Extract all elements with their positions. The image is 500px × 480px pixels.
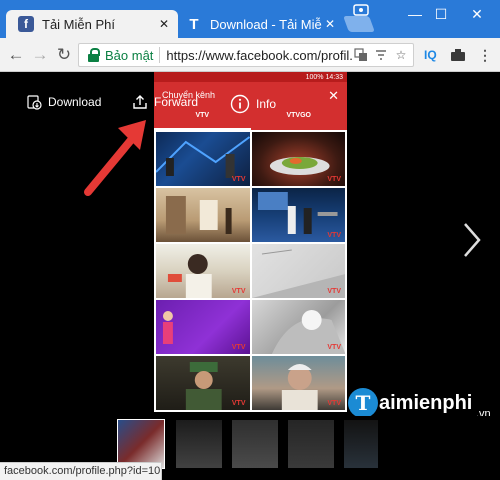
secure-label: Bảo mật [105,47,154,63]
next-photo-chevron-icon[interactable] [462,222,490,262]
window-close-icon[interactable]: ✕ [466,4,488,24]
photo-viewer: Download Forward Info 100% 14:33 Chuyển … [0,72,500,480]
vtv-logo: VTV [231,288,246,295]
watermark-logo: T aimienphi .vn [348,388,491,420]
extension-icon[interactable] [450,46,466,64]
channel-thumbnail: VTV [156,356,250,410]
channel-thumbnail: VTV [251,188,345,242]
iq-extension-icon[interactable]: IQ [424,46,437,64]
vtv-logo: VTV [327,176,341,183]
filmstrip-thumbnail[interactable] [344,420,378,468]
status-url: facebook.com/profile.php?id=10... [0,462,162,480]
channel-thumbnail [156,188,250,242]
forward-button[interactable]: Forward [132,94,198,110]
forward-icon[interactable]: → [30,45,50,65]
profile-icon[interactable] [350,0,372,20]
photo-image: 100% 14:33 Chuyển kênh ✕ VTV VTVGO VTV V… [154,72,347,412]
download-button[interactable]: Download [26,94,101,110]
tab-download[interactable]: T Download - Tải Miễn Phí ✕ [176,10,344,38]
filter-icon[interactable] [373,47,389,63]
download-label: Download [48,95,102,109]
watermark-name: aimienphi [379,391,473,414]
vtv-logo: VTV [327,232,341,239]
channel-thumbnail: VTV [251,132,345,186]
browser-toolbar: ← → ↻ Bảo mật https://www.facebook.com/p… [0,38,500,72]
star-icon[interactable]: ☆ [393,47,409,63]
back-icon[interactable]: ← [6,45,26,65]
info-icon [230,94,250,114]
share-icon [133,95,147,109]
translate-icon[interactable] [353,47,369,63]
tab-title: Download - Tải Miễn Phí [210,16,322,32]
maximize-icon[interactable]: ☐ [430,4,452,24]
channel-grid: VTV VTV VTV VTV VTV VTV VTV VTV VTV [156,132,345,410]
screenshot-root: f Tải Miễn Phí ✕ T Download - Tải Miễn P… [0,0,500,480]
close-icon[interactable]: ✕ [156,16,172,32]
facebook-icon: f [18,16,34,32]
vtv-logo: VTV [327,400,341,407]
info-label: Info [256,97,277,111]
vtv-logo: VTV [231,344,246,351]
annotation-arrow [84,120,146,196]
filmstrip-thumbnail[interactable] [117,419,165,469]
url-text[interactable]: https://www.facebook.com/profil... [166,48,353,63]
filmstrip-thumbnail[interactable] [232,420,278,468]
tab-tai-mien-phi[interactable]: f Tải Miễn Phí ✕ [6,10,178,38]
vtv-logo: VTV [231,176,246,183]
viewer-close-icon[interactable]: ✕ [328,88,339,104]
info-button[interactable]: Info [230,94,276,114]
vtv-logo: VTV [231,400,246,407]
divider [159,47,161,63]
vtv-logo: VTV [327,288,341,295]
channel-thumbnail: VTV [156,132,250,186]
channel-thumbnail: VTV [251,244,345,298]
tab-strip: f Tải Miễn Phí ✕ T Download - Tải Miễn P… [0,0,500,38]
reload-icon[interactable]: ↻ [54,45,74,65]
menu-icon[interactable]: ⋮ [478,46,492,64]
download-icon [27,95,42,110]
filmstrip-thumbnail[interactable] [288,420,334,468]
lock-icon [87,48,101,62]
address-bar[interactable]: Bảo mật https://www.facebook.com/profil.… [78,43,414,67]
channel-thumbnail: VTV [251,300,345,354]
taimienphi-icon: T [189,15,199,33]
vtv-logo: VTV [327,344,341,351]
forward-label: Forward [154,95,199,109]
minimize-icon[interactable]: — [404,4,426,24]
phone-status-bar: 100% 14:33 [154,72,347,82]
close-icon[interactable]: ✕ [322,16,338,32]
filmstrip-thumbnail[interactable] [176,420,222,468]
channel-thumbnail: VTV [251,356,345,410]
tab-title: Tải Miễn Phí [42,16,115,32]
watermark-initial: T [348,388,378,418]
channel-thumbnail: VTV [156,244,250,298]
tab-indicator [154,128,251,130]
channel-thumbnail: VTV [156,300,250,354]
